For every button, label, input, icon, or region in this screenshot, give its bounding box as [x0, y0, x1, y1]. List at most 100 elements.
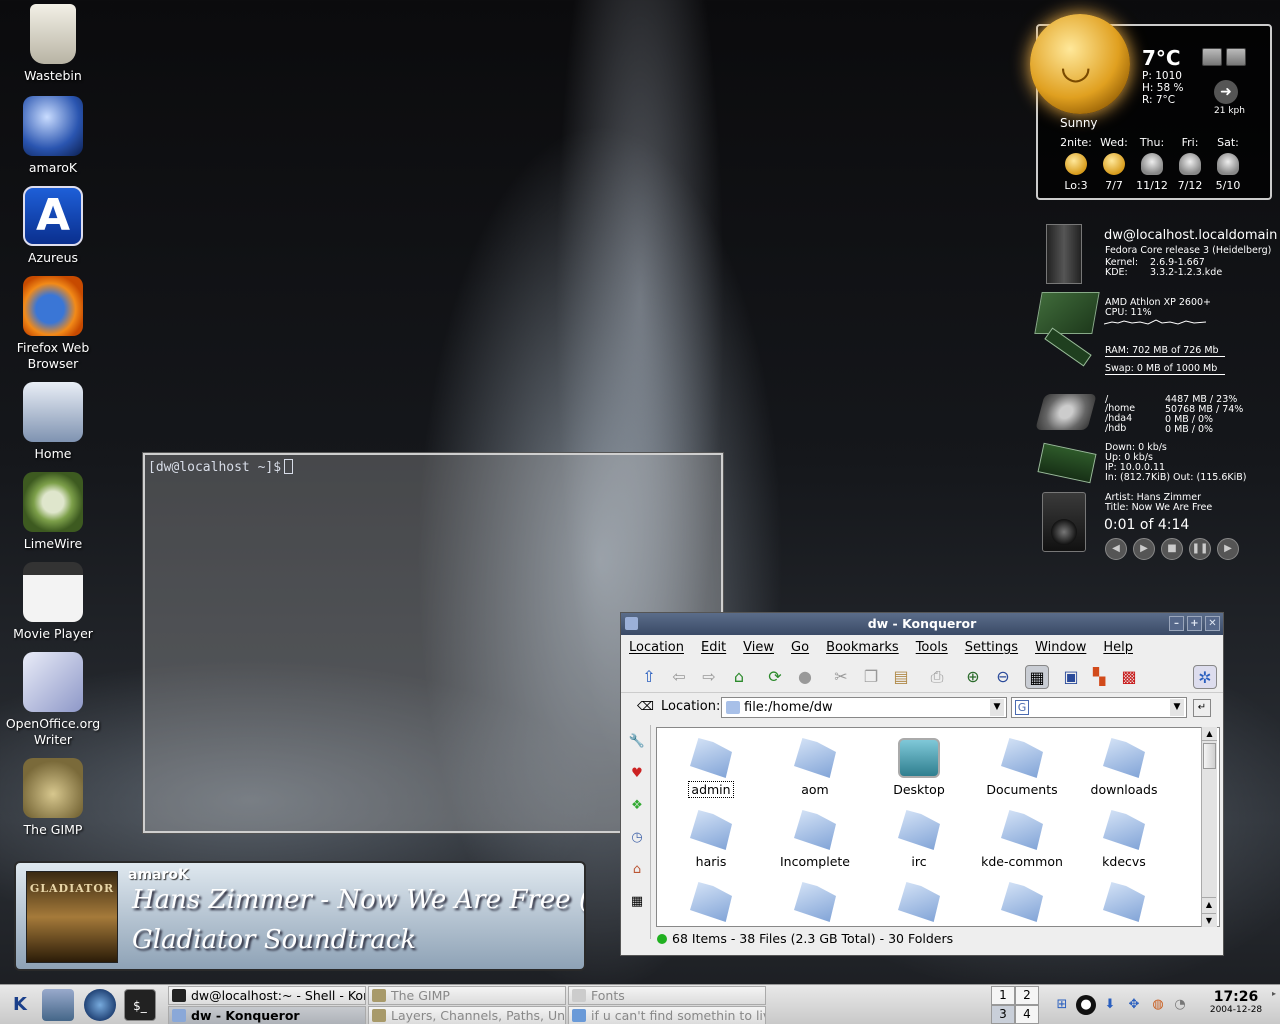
menu-help[interactable]: Help: [1103, 640, 1133, 655]
menu-window[interactable]: Window: [1035, 640, 1086, 655]
forward-arrow-icon[interactable]: ⇨: [697, 665, 721, 689]
task-konsole[interactable]: dw@localhost:~ - Shell - Konsole: [168, 986, 366, 1005]
devices-icon[interactable]: ❖: [626, 795, 648, 817]
reload-icon[interactable]: ⟳: [763, 665, 787, 689]
scroll-up-icon[interactable]: ▲: [1202, 897, 1216, 911]
chevron-down-icon[interactable]: ▼: [1170, 699, 1184, 716]
weather-settings-icon[interactable]: [1202, 48, 1222, 66]
stop-icon[interactable]: ■: [1161, 538, 1183, 560]
clock[interactable]: 17:26 2004-12-28: [1196, 989, 1276, 1015]
desktop-access-icon[interactable]: [42, 989, 74, 1021]
folder-item[interactable]: Incomplete: [763, 806, 867, 869]
chevron-down-icon[interactable]: ▼: [990, 699, 1004, 716]
folder-item[interactable]: [1072, 878, 1176, 926]
terminal-icon[interactable]: $_: [124, 989, 156, 1021]
weather-radar-icon[interactable]: [1226, 48, 1246, 66]
home-folder-icon[interactable]: ⌂: [626, 859, 648, 881]
task-gimp-layers[interactable]: Layers, Channels, Paths, Undo: [368, 1006, 566, 1024]
next-track-icon[interactable]: ▶: [1217, 538, 1239, 560]
menu-settings[interactable]: Settings: [965, 640, 1018, 655]
stop-icon[interactable]: ●: [793, 665, 817, 689]
pager-desktop-3[interactable]: 3: [991, 1005, 1015, 1024]
bookmarks-icon[interactable]: ♥: [626, 763, 648, 785]
cut-icon[interactable]: ✂: [829, 665, 853, 689]
close-icon[interactable]: ✕: [1205, 616, 1220, 631]
folder-item[interactable]: downloads: [1072, 734, 1176, 797]
desktop-icon-home[interactable]: Home: [0, 382, 106, 462]
task-konqueror[interactable]: dw - Konqueror: [168, 1006, 366, 1024]
bomb-icon[interactable]: ●: [1076, 995, 1096, 1015]
task-gimp[interactable]: The GIMP: [368, 986, 566, 1005]
pager-desktop-1[interactable]: 1: [991, 986, 1015, 1005]
kde-menu-icon[interactable]: K: [4, 989, 36, 1021]
home-icon[interactable]: ⌂: [727, 665, 751, 689]
vertical-scrollbar[interactable]: ▲ ▲ ▼: [1201, 727, 1217, 927]
task-fonts[interactable]: Fonts: [568, 986, 766, 1005]
up-arrow-icon[interactable]: ⇧: [637, 665, 661, 689]
maximize-icon[interactable]: +: [1187, 616, 1202, 631]
paste-icon[interactable]: ▤: [889, 665, 913, 689]
folder-item[interactable]: [763, 878, 867, 926]
folder-item[interactable]: kdecvs: [1072, 806, 1176, 869]
desktop-icon-limewire[interactable]: LimeWire: [0, 472, 106, 552]
folder-item[interactable]: admin: [659, 734, 763, 798]
folder-item[interactable]: [659, 878, 763, 926]
folder-item[interactable]: [867, 878, 971, 926]
file-view[interactable]: admin aom Desktop Documents downloads ha…: [656, 727, 1220, 927]
desktop-icon-openoffice-writer[interactable]: OpenOffice.org Writer: [0, 652, 106, 748]
folder-item[interactable]: [970, 878, 1074, 926]
icon-view-icon[interactable]: ▦: [1025, 665, 1049, 689]
window-menu-icon[interactable]: [625, 617, 638, 630]
menu-bookmarks[interactable]: Bookmarks: [826, 640, 899, 655]
desktop-icon-firefox[interactable]: Firefox Web Browser: [0, 276, 106, 372]
pager-desktop-2[interactable]: 2: [1015, 986, 1039, 1005]
pager-desktop-4[interactable]: 4: [1015, 1005, 1039, 1024]
media-icon[interactable]: ▦: [626, 891, 648, 913]
desktop-icon-azureus[interactable]: A Azureus: [0, 186, 106, 266]
folder-item[interactable]: Desktop: [867, 734, 971, 797]
folder-item[interactable]: kde-common: [970, 806, 1074, 869]
tree-view-icon[interactable]: ▚: [1087, 665, 1111, 689]
folder-item[interactable]: aom: [763, 734, 867, 797]
list-view-icon[interactable]: ▣: [1059, 665, 1083, 689]
scrollbar-handle[interactable]: [1203, 743, 1216, 769]
zoom-out-icon[interactable]: ⊖: [991, 665, 1015, 689]
menu-view[interactable]: View: [743, 640, 774, 655]
folder-item[interactable]: Documents: [970, 734, 1074, 797]
volume-icon[interactable]: ◔: [1170, 995, 1190, 1015]
menu-tools[interactable]: Tools: [916, 640, 948, 655]
desktop-icon-amarok[interactable]: amaroK: [0, 96, 106, 176]
location-input[interactable]: file:/home/dw ▼: [721, 697, 1007, 718]
previous-track-icon[interactable]: ◀: [1105, 538, 1127, 560]
konqueror-window[interactable]: dw - Konqueror – + ✕ Location Edit View …: [620, 612, 1224, 956]
google-icon[interactable]: G: [1015, 700, 1029, 715]
download-icon[interactable]: ⬇: [1100, 995, 1120, 1015]
zoom-in-icon[interactable]: ⊕: [961, 665, 985, 689]
desktop-icon-movie-player[interactable]: Movie Player: [0, 562, 106, 642]
go-icon[interactable]: ↵: [1193, 699, 1211, 717]
history-icon[interactable]: ◷: [626, 827, 648, 849]
task-amarok[interactable]: if u can't find somethin to live for: [568, 1006, 766, 1024]
folder-item[interactable]: irc: [867, 806, 971, 869]
pause-icon[interactable]: ❚❚: [1189, 538, 1211, 560]
firefox-tray-icon[interactable]: ◍: [1148, 995, 1168, 1015]
wrench-icon[interactable]: 🔧: [626, 731, 648, 753]
window-titlebar[interactable]: dw - Konqueror – + ✕: [621, 613, 1223, 635]
web-search-input[interactable]: G ▼: [1011, 697, 1187, 718]
scroll-down-icon[interactable]: ▼: [1202, 913, 1216, 927]
back-arrow-icon[interactable]: ⇦: [667, 665, 691, 689]
scroll-up-icon[interactable]: ▲: [1202, 727, 1217, 741]
gear-icon[interactable]: ✲: [1193, 665, 1217, 689]
menu-location[interactable]: Location: [629, 640, 684, 655]
panel-hide-handle[interactable]: ▸: [1272, 989, 1278, 1021]
desktop-icon-wastebin[interactable]: Wastebin: [0, 4, 106, 84]
minimize-icon[interactable]: –: [1169, 616, 1184, 631]
desktop-icon-gimp[interactable]: The GIMP: [0, 758, 106, 838]
clear-location-icon[interactable]: ⌫: [637, 699, 654, 715]
play-icon[interactable]: ▶: [1133, 538, 1155, 560]
menu-go[interactable]: Go: [791, 640, 809, 655]
konsole-view-icon[interactable]: ▩: [1117, 665, 1141, 689]
konqueror-browser-icon[interactable]: [84, 989, 116, 1021]
menu-edit[interactable]: Edit: [701, 640, 726, 655]
print-icon[interactable]: ⎙: [925, 665, 949, 689]
